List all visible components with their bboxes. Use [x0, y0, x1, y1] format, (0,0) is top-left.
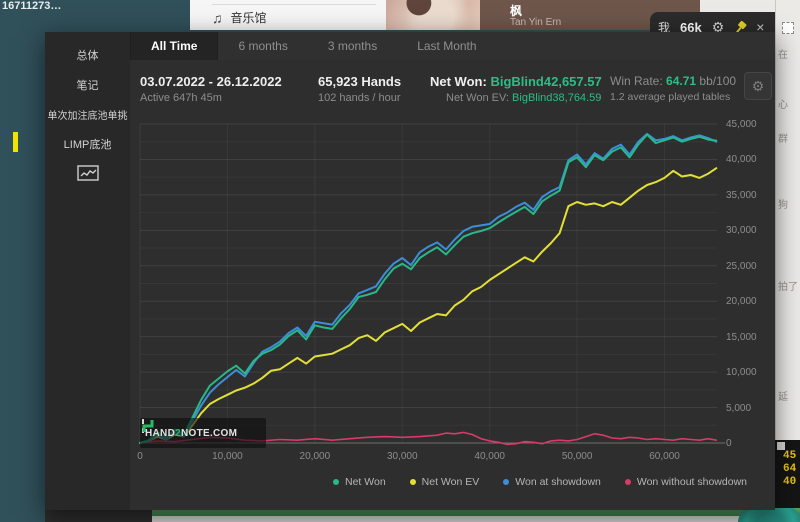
dashed-square-icon — [782, 22, 794, 34]
music-app-label: 音乐馆 — [231, 9, 267, 26]
legend-item-net-won-ev[interactable]: Net Won EV — [410, 476, 480, 488]
stats-row: 03.07.2022 - 26.12.2022 Active 647h 45m … — [130, 72, 775, 112]
desktop-corner-text: 16711273… — [2, 0, 61, 12]
y-axis-tick-label: 40,000 — [726, 154, 774, 165]
date-range: 03.07.2022 - 26.12.2022 — [140, 74, 282, 89]
song-artist: Tan Yin Ern — [510, 17, 561, 28]
net-won-value: BigBlind42,657.57 — [490, 74, 601, 89]
chat-text-fragment: 在 — [778, 46, 800, 61]
legend-dot — [333, 479, 339, 485]
legend-label: Won without showdown — [637, 476, 747, 488]
y-axis-tick-label: 45,000 — [726, 119, 774, 130]
chart-plot-area[interactable] — [130, 114, 775, 450]
y-axis-tick-label: 5,000 — [726, 403, 774, 414]
active-time: Active 647h 45m — [140, 92, 282, 104]
legend-label: Net Won — [345, 476, 386, 488]
series-net-won-ev — [140, 168, 716, 443]
net-won-ev-value: BigBlind38,764.59 — [512, 92, 601, 104]
x-axis-tick-label: 0 — [118, 451, 162, 462]
legend-item-net-won[interactable]: Net Won — [333, 476, 386, 488]
poker-hud-stat: 45 — [783, 450, 796, 462]
sidebar-item[interactable]: 笔记 — [45, 70, 130, 100]
background-window-bottom-light — [152, 516, 800, 522]
hands-per-hour: 102 hands / hour — [318, 92, 401, 104]
chat-text-fragment: 延 — [778, 388, 800, 403]
tab-6-months[interactable]: 6 months — [218, 32, 307, 60]
hand2note-watermark: HAND2NOTE.COM — [140, 418, 266, 448]
hands-count: 65,923 Hands — [318, 74, 401, 89]
y-axis-tick-label: 10,000 — [726, 367, 774, 378]
x-axis-tick-label: 50,000 — [555, 451, 599, 462]
legend-dot — [410, 479, 416, 485]
hud-square-icon — [777, 442, 785, 450]
chart-line-icon — [77, 165, 99, 181]
chat-text-fragment: 狗 — [778, 196, 800, 211]
net-won-line: Net Won: BigBlind42,657.57 — [430, 74, 602, 89]
avg-tables: 1.2 average played tables — [610, 91, 736, 103]
legend-item-won-at-showdown[interactable]: Won at showdown — [503, 476, 601, 488]
screen: 16711273… ♫ 音乐馆 枫 Tan Yin Ern 在心群狗拍了延安 4… — [0, 0, 800, 522]
net-won-ev-line: Net Won EV: BigBlind38,764.59 — [430, 92, 602, 104]
y-axis-tick-label: 35,000 — [726, 190, 774, 201]
y-axis-tick-label: 20,000 — [726, 296, 774, 307]
x-axis-tick-label: 20,000 — [293, 451, 337, 462]
poker-hud-overlay: 456440 — [775, 440, 800, 508]
winnings-chart: 0 5,000 10,000 15,000 20,000 25,000 30,000 35,0… — [130, 114, 775, 510]
sidebar-item[interactable]: 单次加注底池单挑 — [45, 100, 130, 129]
poker-hud-stat: 40 — [783, 476, 796, 488]
x-axis-tick-label: 40,000 — [468, 451, 512, 462]
tab-3-months[interactable]: 3 months — [308, 32, 397, 60]
poker-hud-stat: 64 — [783, 463, 796, 475]
x-axis-tick-label: 10,000 — [205, 451, 249, 462]
hand2note-logo-icon — [140, 418, 156, 434]
time-range-tabbar: All Time6 months3 monthsLast Month — [130, 32, 775, 60]
win-rate-line: Win Rate: 64.71 bb/100 — [610, 74, 736, 88]
win-rate-value: 64.71 — [666, 74, 696, 88]
legend-item-won-without-showdown[interactable]: Won without showdown — [625, 476, 747, 488]
legend-dot — [503, 479, 509, 485]
y-axis-tick-label: 15,000 — [726, 332, 774, 343]
sidebar-item[interactable]: 总体 — [45, 40, 130, 70]
tab-all-time[interactable]: All Time — [130, 32, 218, 60]
music-note-icon: ♫ — [212, 10, 223, 26]
album-art-photo[interactable] — [386, 0, 480, 30]
sidebar-item[interactable]: LIMP底池 — [45, 129, 130, 159]
y-axis-tick-label: 25,000 — [726, 261, 774, 272]
watermark-text: HAND2NOTE.COM — [145, 428, 237, 439]
chat-text-fragment: 心 — [778, 96, 800, 111]
x-axis-tick-label: 60,000 — [643, 451, 687, 462]
sidebar: 总体笔记单次加注底池单挑LIMP底池 — [45, 32, 130, 510]
legend-label: Won at showdown — [515, 476, 601, 488]
chat-text-fragment: 拍了 — [778, 278, 800, 293]
series-net-won — [140, 135, 716, 443]
chart-legend: Net Won Net Won EV Won at showdown Won with… — [333, 476, 747, 488]
y-axis-tick-label: 30,000 — [726, 225, 774, 236]
main-panel: All Time6 months3 monthsLast Month 03.07… — [130, 32, 775, 510]
chat-text-fragment: 群 — [778, 130, 800, 145]
yellow-indicator-dash — [13, 132, 18, 152]
y-axis-tick-label: 0 — [726, 438, 774, 449]
legend-label: Net Won EV — [422, 476, 480, 488]
chart-settings-gear-icon[interactable]: ⚙ — [744, 72, 772, 100]
sidebar-item-graph[interactable] — [45, 159, 130, 181]
hand2note-stats-window: 总体笔记单次加注底池单挑LIMP底池 All Time6 months3 mon… — [45, 32, 775, 510]
tab-last-month[interactable]: Last Month — [397, 32, 496, 60]
series-won-at-showdown — [140, 134, 716, 443]
x-axis-tick-label: 30,000 — [380, 451, 424, 462]
music-app-panel[interactable]: ♫ 音乐馆 — [190, 0, 386, 30]
legend-dot — [625, 479, 631, 485]
